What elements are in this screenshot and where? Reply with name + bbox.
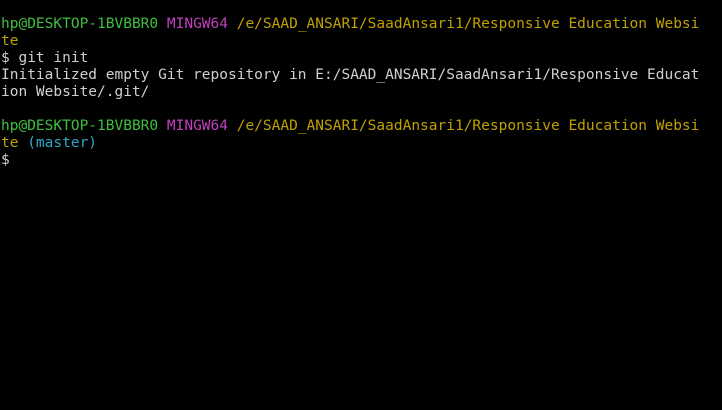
output-line-wrap: ion Website/.git/ xyxy=(1,84,722,101)
prompt-symbol: $ xyxy=(1,152,10,168)
environment-label: MINGW64 xyxy=(166,16,228,32)
output-text-wrap: ion Website/.git/ xyxy=(1,84,150,100)
terminal-window[interactable]: hp@DESKTOP-1BVBBR0 MINGW64 /e/SAAD_ANSAR… xyxy=(0,0,722,410)
output-line: Initialized empty Git repository in E:/S… xyxy=(1,67,722,84)
prompt-header-line-wrap: te (master) xyxy=(1,135,722,152)
working-directory: /e/SAAD_ANSARI/SaadAnsari1/Responsive Ed… xyxy=(236,16,700,32)
working-directory-wrap: te xyxy=(1,135,19,151)
environment-label: MINGW64 xyxy=(166,118,228,134)
working-directory: /e/SAAD_ANSARI/SaadAnsari1/Responsive Ed… xyxy=(236,118,700,134)
command-line: $ git init xyxy=(1,50,722,67)
command-text: git init xyxy=(18,50,89,66)
prompt-symbol: $ xyxy=(1,50,10,66)
user-host: hp@DESKTOP-1BVBBR0 xyxy=(1,16,159,32)
output-text: Initialized empty Git repository in E:/S… xyxy=(1,67,700,83)
prompt-header-line: hp@DESKTOP-1BVBBR0 MINGW64 /e/SAAD_ANSAR… xyxy=(1,118,722,135)
git-branch: (master) xyxy=(27,135,98,151)
working-directory-wrap: te xyxy=(1,33,19,49)
prompt-header-line-wrap: te xyxy=(1,33,722,50)
input-line[interactable]: $ xyxy=(1,152,722,169)
user-host: hp@DESKTOP-1BVBBR0 xyxy=(1,118,159,134)
prompt-header-line: hp@DESKTOP-1BVBBR0 MINGW64 /e/SAAD_ANSAR… xyxy=(1,16,722,33)
